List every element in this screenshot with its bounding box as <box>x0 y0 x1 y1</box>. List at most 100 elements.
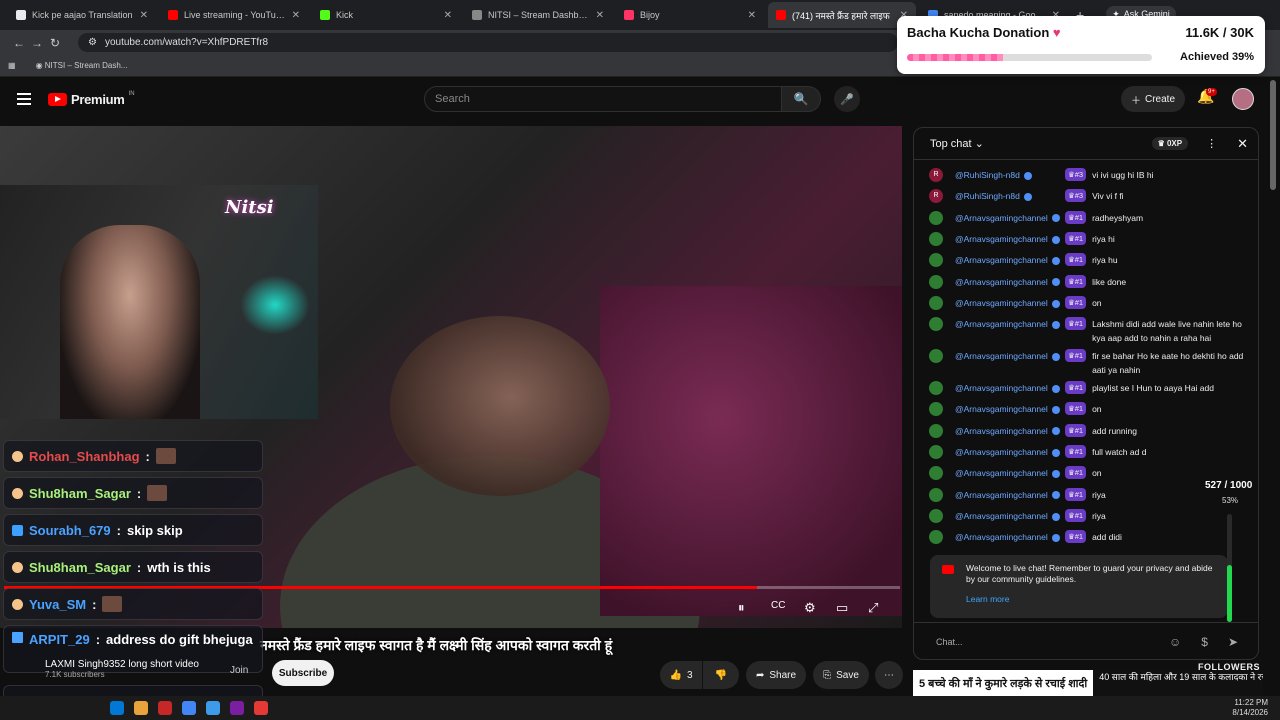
chat-author[interactable]: @Arnavsgamingchannel <box>955 402 1065 416</box>
super-chat-icon[interactable]: $ <box>1201 635 1208 649</box>
mic-icon[interactable]: 🎤 <box>834 86 860 112</box>
chat-message[interactable]: @Arnavsgamingchannel ♛#1 riya <box>929 508 1249 523</box>
chat-message[interactable]: @Arnavsgamingchannel ♛#1 on <box>929 466 1249 481</box>
learn-more-link[interactable]: Learn more <box>966 594 1220 605</box>
send-icon[interactable]: ➤ <box>1228 635 1238 649</box>
chat-message[interactable]: R @RuhiSingh-n8d ♛#3 Viv vi f fi <box>929 189 1249 204</box>
reload-icon[interactable]: ↻ <box>46 36 64 50</box>
channel-info[interactable]: LAXMI Singh9352 long short video 7.1K su… <box>45 659 199 679</box>
chat-avatar[interactable] <box>929 349 943 364</box>
chat-avatar[interactable] <box>929 402 943 417</box>
chat-message[interactable]: @Arnavsgamingchannel ♛#1 radheyshyam <box>929 210 1249 225</box>
chat-avatar[interactable] <box>929 231 943 246</box>
page-scrollbar[interactable] <box>1270 80 1276 190</box>
chat-author[interactable]: @Arnavsgamingchannel <box>955 381 1065 395</box>
join-button[interactable]: Join <box>230 665 248 676</box>
chat-message[interactable]: R @RuhiSingh-n8d ♛#3 vi ivi ugg hi IB hi <box>929 168 1249 182</box>
share-button[interactable]: ➦ Share <box>746 661 806 689</box>
captions-icon[interactable]: CC <box>771 600 785 611</box>
chat-message[interactable]: @Arnavsgamingchannel ♛#1 on <box>929 402 1249 417</box>
chat-avatar[interactable] <box>929 487 943 502</box>
file-explorer-icon[interactable] <box>134 701 148 715</box>
browser-tab[interactable]: NITSI – Stream Dashboard ✕ <box>464 2 612 28</box>
chat-avatar[interactable] <box>929 530 943 545</box>
chat-author[interactable]: @Arnavsgamingchannel <box>955 275 1065 289</box>
chat-avatar[interactable] <box>929 317 943 332</box>
chat-avatar[interactable] <box>929 423 943 438</box>
account-avatar[interactable] <box>1232 88 1254 110</box>
settings-icon[interactable]: ⚙ <box>804 600 816 616</box>
media-app-icon[interactable] <box>158 701 172 715</box>
chat-author[interactable]: @Arnavsgamingchannel <box>955 509 1065 523</box>
chat-author[interactable]: @Arnavsgamingchannel <box>955 211 1065 225</box>
chat-message[interactable]: @Arnavsgamingchannel ♛#1 riya <box>929 487 1249 502</box>
subscribe-button[interactable]: Subscribe <box>272 660 334 686</box>
xp-badge[interactable]: ♛ 0XP <box>1151 137 1189 150</box>
chat-message[interactable]: @Arnavsgamingchannel ♛#1 add running <box>929 423 1249 438</box>
chat-message[interactable]: @Arnavsgamingchannel ♛#1 add didi <box>929 530 1249 545</box>
close-tab-icon[interactable]: ✕ <box>140 10 148 21</box>
chat-message[interactable]: @Arnavsgamingchannel ♛#1 riya hi <box>929 231 1249 246</box>
emoji-icon[interactable]: ☺ <box>1169 635 1181 649</box>
windows-start-icon[interactable] <box>110 701 124 715</box>
chat-avatar[interactable] <box>929 466 943 481</box>
hamburger-menu-icon[interactable] <box>17 93 31 105</box>
chat-more-icon[interactable]: ⋮ <box>1206 137 1217 150</box>
browser-tab[interactable]: Kick ✕ <box>312 2 460 28</box>
like-button[interactable]: 👍 3 <box>660 661 702 689</box>
youtube-premium-logo[interactable]: Premium IN <box>48 91 135 107</box>
chat-author[interactable]: @Arnavsgamingchannel <box>955 317 1065 345</box>
browser-tab[interactable]: Bijoy ✕ <box>616 2 764 28</box>
obs-icon[interactable] <box>230 701 244 715</box>
dislike-button[interactable]: 👎 <box>703 661 739 689</box>
save-button[interactable]: ⎘ Save <box>813 661 869 689</box>
chat-avatar[interactable] <box>929 210 943 225</box>
chat-avatar[interactable] <box>929 445 943 459</box>
chat-avatar[interactable] <box>929 274 943 289</box>
forward-icon[interactable]: → <box>28 36 46 50</box>
back-icon[interactable]: ← <box>10 36 28 50</box>
chat-message[interactable]: @Arnavsgamingchannel ♛#1 full watch ad d <box>929 445 1249 459</box>
chat-author[interactable]: @RuhiSingh-n8d <box>955 189 1065 203</box>
chat-avatar[interactable] <box>929 508 943 523</box>
chat-mode-dropdown[interactable]: Top chat ⌄ <box>930 137 984 150</box>
chat-avatar[interactable] <box>929 253 943 268</box>
create-button[interactable]: ＋ Create <box>1121 86 1185 112</box>
chat-author[interactable]: @Arnavsgamingchannel <box>955 530 1065 544</box>
bookmark-item[interactable]: ◉ NITSI – Stream Dash... <box>36 61 128 70</box>
close-tab-icon[interactable]: ✕ <box>596 10 604 21</box>
apps-icon[interactable]: ▦ <box>8 61 16 70</box>
chat-author[interactable]: @Arnavsgamingchannel <box>955 488 1065 502</box>
close-tab-icon[interactable]: ✕ <box>444 10 452 21</box>
close-chat-icon[interactable]: ✕ <box>1237 136 1248 152</box>
chat-message[interactable]: @Arnavsgamingchannel ♛#1 Lakshmi didi add … <box>929 317 1249 345</box>
browser-tab[interactable]: Kick pe aajao Translation ✕ <box>8 2 156 28</box>
close-tab-icon[interactable]: ✕ <box>748 10 756 21</box>
theater-mode-icon[interactable]: ▭ <box>836 600 848 616</box>
chat-message[interactable]: @Arnavsgamingchannel ♛#1 riya hu <box>929 253 1249 268</box>
chat-message[interactable]: @Arnavsgamingchannel ♛#1 like done <box>929 274 1249 289</box>
url-field[interactable]: ⚙ youtube.com/watch?v=XhfPDRETfr8 <box>78 33 898 52</box>
search-input[interactable]: Search <box>424 86 782 112</box>
chat-author[interactable]: @Arnavsgamingchannel <box>955 232 1065 246</box>
chat-avatar[interactable]: R <box>929 168 943 182</box>
chat-author[interactable]: @Arnavsgamingchannel <box>955 466 1065 480</box>
chat-avatar[interactable] <box>929 295 943 310</box>
search-icon[interactable]: 🔍 <box>781 86 821 112</box>
chat-author[interactable]: @Arnavsgamingchannel <box>955 349 1065 377</box>
chat-message[interactable]: @Arnavsgamingchannel ♛#1 playlist se I Hun… <box>929 381 1249 396</box>
chat-input[interactable]: Chat... ☺ $ ➤ <box>914 622 1258 659</box>
chrome-icon[interactable] <box>182 701 196 715</box>
browser-tab[interactable]: (741) नमस्ते फ्रैंड हमारे लाइफ ✕ <box>768 2 916 28</box>
browser-tab[interactable]: Live streaming - YouTube St ✕ <box>160 2 308 28</box>
record-icon[interactable] <box>254 701 268 715</box>
fullscreen-icon[interactable]: ⤢ <box>868 600 878 616</box>
chat-author[interactable]: @RuhiSingh-n8d <box>955 168 1065 182</box>
chat-author[interactable]: @Arnavsgamingchannel <box>955 445 1065 459</box>
chat-message[interactable]: @Arnavsgamingchannel ♛#1 on <box>929 295 1249 310</box>
chat-message-list[interactable]: R @RuhiSingh-n8d ♛#3 vi ivi ugg hi IB hi R @R… <box>914 160 1258 550</box>
chat-avatar[interactable]: R <box>929 189 943 204</box>
chat-author[interactable]: @Arnavsgamingchannel <box>955 296 1065 310</box>
chat-avatar[interactable] <box>929 381 943 396</box>
edge-icon[interactable] <box>206 701 220 715</box>
